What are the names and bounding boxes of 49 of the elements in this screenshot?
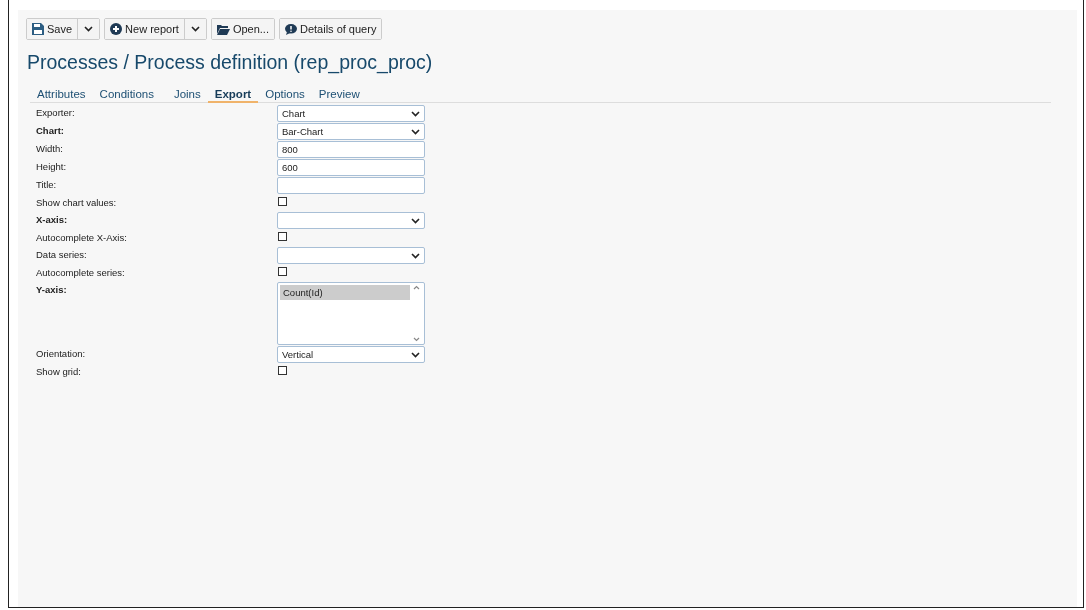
checkbox[interactable] xyxy=(278,267,287,276)
scroll-up-icon[interactable] xyxy=(412,285,420,290)
list-item[interactable]: Count(Id) xyxy=(280,285,410,300)
checkbox[interactable] xyxy=(278,366,287,375)
chevron-icon xyxy=(84,26,94,32)
tab[interactable]: Attributes xyxy=(30,88,93,103)
field-label: Data series: xyxy=(36,249,87,260)
field-label: Width: xyxy=(36,143,63,154)
plus-icon xyxy=(110,23,123,35)
folder-icon xyxy=(216,23,230,35)
page-title: Processes / Process definition (rep_proc_proc) xyxy=(27,51,433,74)
input-field[interactable] xyxy=(277,177,425,194)
dropdown[interactable]: Bar-Chart xyxy=(277,123,425,140)
field-label: Exporter: xyxy=(36,107,75,118)
chevron-icon xyxy=(411,217,420,224)
field-label: Autocomplete X-Axis: xyxy=(36,232,127,243)
tab[interactable]: Preview xyxy=(311,88,367,103)
tab[interactable]: Joins xyxy=(166,88,208,103)
tab[interactable]: Options xyxy=(258,88,312,103)
chevron-icon xyxy=(411,128,420,135)
dropdown-button[interactable] xyxy=(183,19,206,39)
checkbox[interactable] xyxy=(278,232,287,241)
toolbar-button[interactable]: Open... xyxy=(211,19,274,39)
field-label: Title: xyxy=(36,179,57,190)
chevron-icon xyxy=(411,252,420,259)
input-field[interactable]: 800 xyxy=(277,141,425,158)
dropdown-button[interactable] xyxy=(77,19,100,39)
field-label: Show grid: xyxy=(36,366,81,377)
tab[interactable]: Conditions xyxy=(92,88,161,103)
checkbox[interactable] xyxy=(278,197,287,206)
scroll-down-icon[interactable] xyxy=(412,337,420,342)
list-box[interactable]: Count(Id) xyxy=(277,282,425,345)
field-label: X-axis: xyxy=(36,214,68,225)
save-icon xyxy=(32,23,44,35)
dropdown[interactable]: Chart xyxy=(277,105,425,122)
tab[interactable]: Export xyxy=(207,88,259,103)
chevron-icon xyxy=(190,26,200,32)
chevron-icon xyxy=(411,110,420,117)
dropdown[interactable]: Vertical xyxy=(277,346,425,363)
field-label: Height: xyxy=(36,161,67,172)
input-field[interactable]: 600 xyxy=(277,159,425,176)
field-label: Orientation: xyxy=(36,348,86,359)
field-label: Y-axis: xyxy=(36,284,67,295)
field-label: Autocomplete series: xyxy=(36,267,125,278)
comment-icon xyxy=(284,23,297,35)
field-label: Show chart values: xyxy=(36,197,117,208)
chevron-icon xyxy=(411,351,420,358)
field-label: Chart: xyxy=(36,125,64,136)
toolbar-button[interactable]: Details of query xyxy=(279,19,382,39)
